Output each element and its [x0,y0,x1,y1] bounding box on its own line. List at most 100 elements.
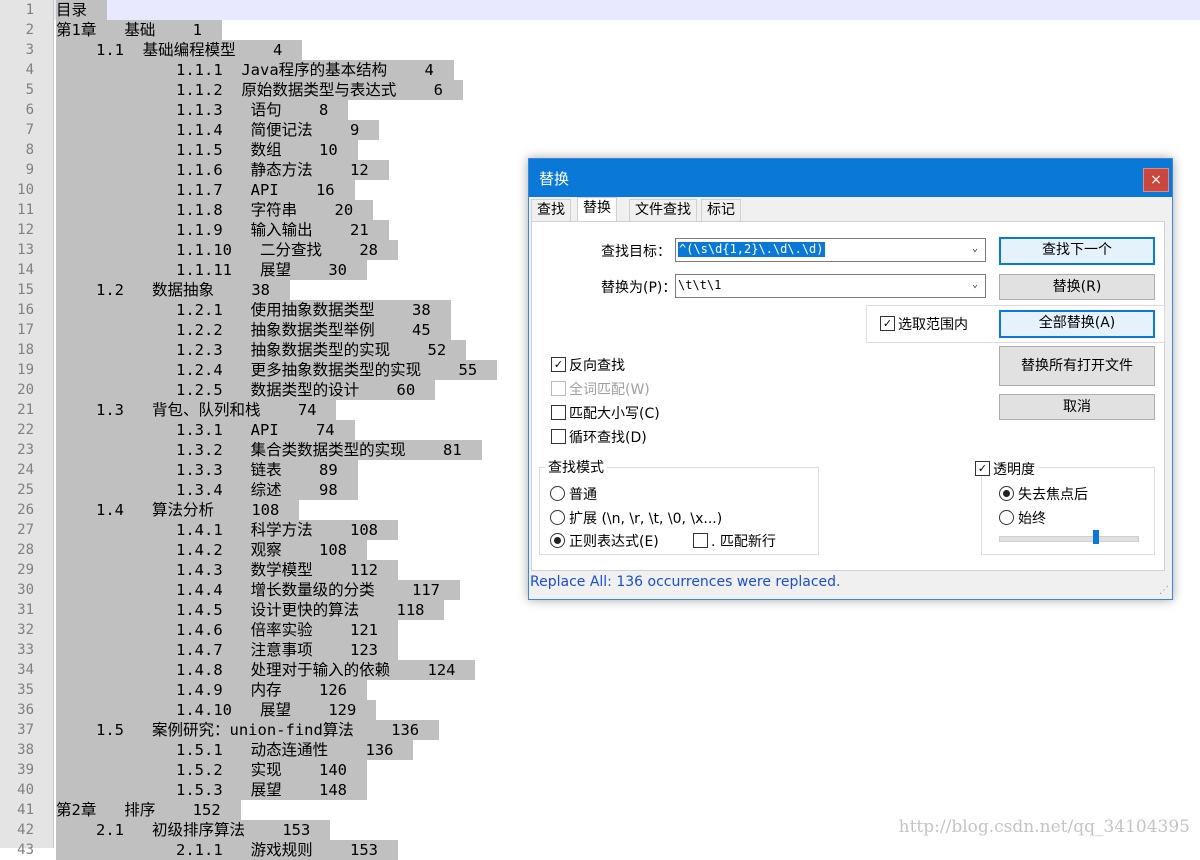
code-line[interactable]: 目录 [56,0,108,20]
line-number: 43 [17,842,34,858]
code-line[interactable]: 1.5 案例研究：union-find算法 136 [56,720,440,740]
resize-grip-icon[interactable]: ⋰ [1159,585,1169,596]
tab-replace[interactable]: 替换 [577,197,617,222]
code-line[interactable]: 1.2.1 使用抽象数据类型 38 [56,300,451,320]
code-line[interactable]: 1.1.7 API 16 [56,180,355,200]
wrap-around-label: 循环查找(D) [569,430,647,446]
code-line[interactable]: 1.1.11 展望 30 [56,260,367,280]
line-number: 14 [17,262,34,278]
close-button[interactable]: × [1143,168,1169,192]
dot-newline-checkbox[interactable] [693,533,708,548]
code-line[interactable]: 1.3.4 综述 98 [56,480,358,500]
code-line[interactable]: 1.1.9 输入输出 21 [56,220,389,240]
tab-mark[interactable]: 标记 [701,199,741,221]
transparency-title: 透明度 [990,459,1038,479]
tab-find-in-files[interactable]: 文件查找 [629,199,697,221]
code-line[interactable]: 1.3 背包、队列和栈 74 [56,400,337,420]
code-line[interactable]: 1.5.2 实现 140 [56,760,367,780]
code-line[interactable]: 1.1.6 静态方法 12 [56,160,389,180]
whole-word-checkbox[interactable] [551,381,566,396]
line-number: 29 [17,562,34,578]
code-line[interactable]: 1.4.8 处理对于输入的依赖 124 [56,660,476,680]
code-line[interactable]: 2.1 初级排序算法 153 [56,820,331,840]
code-line[interactable]: 1.1.5 数组 10 [56,140,358,160]
code-line[interactable]: 1.4.4 增长数量级的分类 117 [56,580,460,600]
replace-dialog: 替换 × 查找 替换 文件查找 标记 查找目标： ^(\s\d{1,2}\.\d… [528,158,1173,600]
code-line[interactable]: 1.4.9 内存 126 [56,680,367,700]
check-icon: ✓ [882,317,893,330]
in-selection-checkbox[interactable]: ✓ [880,316,895,331]
match-case-label: 匹配大小写(C) [569,406,660,422]
on-lose-focus-label: 失去焦点后 [1018,487,1088,503]
code-line[interactable]: 1.1.4 简便记法 9 [56,120,380,140]
line-number: 1 [25,2,34,18]
extended-mode-radio[interactable] [550,510,565,525]
code-line[interactable]: 1.4.3 数学模型 112 [56,560,398,580]
code-line[interactable]: 1.1.3 语句 8 [56,100,349,120]
normal-mode-radio[interactable] [550,486,565,501]
code-line[interactable]: 1.4.10 展望 129 [56,700,377,720]
code-line[interactable]: 1.4.1 科学方法 108 [56,520,398,540]
code-line[interactable]: 第2章 排序 152 [56,800,241,820]
match-case-checkbox[interactable] [551,405,566,420]
on-lose-focus-radio[interactable] [999,486,1014,501]
code-line[interactable]: 第1章 基础 1 [56,20,222,40]
code-line[interactable]: 1.5.3 展望 148 [56,780,367,800]
in-selection-label: 选取范围内 [898,317,968,333]
code-line[interactable]: 1.1 基础编程模型 4 [56,40,303,60]
transparency-checkbox[interactable]: ✓ [975,461,990,476]
code-line[interactable]: 1.2.3 抽象数据类型的实现 52 [56,340,467,360]
code-line[interactable]: 1.1.8 字符串 20 [56,200,374,220]
find-label: 查找目标： [601,244,671,260]
line-number: 16 [17,302,34,318]
line-number: 15 [17,282,34,298]
line-number: 28 [17,542,34,558]
find-input[interactable]: ^(\s\d{1,2}\.\d\.\d) ⌄ [675,238,986,262]
code-line[interactable]: 1.2.5 数据类型的设计 60 [56,380,436,400]
code-line[interactable]: 1.2.2 抽象数据类型举例 45 [56,320,451,340]
code-line[interactable]: 1.3.1 API 74 [56,420,355,440]
line-number: 39 [17,762,34,778]
code-line[interactable]: 1.4.2 观察 108 [56,540,367,560]
code-line[interactable]: 1.2 数据抽象 38 [56,280,290,300]
line-number: 10 [17,182,34,198]
code-line[interactable]: 1.5.1 动态连通性 136 [56,740,414,760]
tab-find[interactable]: 查找 [531,199,571,221]
code-line[interactable]: 1.1.2 原始数据类型与表达式 6 [56,80,463,100]
wrap-around-checkbox[interactable] [551,429,566,444]
extended-mode-label: 扩展 (\n, \r, \t, \0, \x...) [569,511,723,527]
line-number: 3 [25,42,34,58]
cancel-button[interactable]: 取消 [999,394,1155,420]
chevron-down-icon[interactable]: ⌄ [972,243,982,254]
current-line-highlight [54,0,1200,20]
find-input-value: ^(\s\d{1,2}\.\d\.\d) [678,242,825,257]
regex-mode-radio[interactable] [550,533,565,548]
code-line[interactable]: 1.4.5 设计更快的算法 118 [56,600,445,620]
dialog-titlebar[interactable]: 替换 × [529,159,1172,197]
code-line[interactable]: 1.4.7 注意事项 123 [56,640,398,660]
find-next-button[interactable]: 查找下一个 [999,237,1155,265]
line-number: 19 [17,362,34,378]
code-line[interactable]: 1.1.1 Java程序的基本结构 4 [56,60,454,80]
line-number: 42 [17,822,34,838]
code-line[interactable]: 2.1.1 游戏规则 153 [56,840,398,860]
code-line[interactable]: 1.3.3 链表 89 [56,460,358,480]
code-line[interactable]: 1.1.10 二分查找 28 [56,240,398,260]
code-line[interactable]: 1.3.2 集合类数据类型的实现 81 [56,440,482,460]
code-line[interactable]: 1.2.4 更多抽象数据类型的实现 55 [56,360,498,380]
code-line[interactable]: 1.4.6 倍率实验 121 [56,620,398,640]
replace-all-open-files-button[interactable]: 替换所有打开文件 [999,346,1155,386]
replace-input[interactable]: \t\t\1 ⌄ [675,274,986,298]
code-line[interactable]: 1.4 算法分析 108 [56,500,300,520]
replace-all-button[interactable]: 全部替换(A) [999,310,1155,338]
line-number: 27 [17,522,34,538]
backward-checkbox[interactable]: ✓ [551,357,566,372]
always-label: 始终 [1018,511,1046,527]
check-icon: ✓ [553,358,564,371]
line-number: 40 [17,782,34,798]
always-radio[interactable] [999,510,1014,525]
transparency-slider-track[interactable] [999,536,1139,542]
chevron-down-icon[interactable]: ⌄ [972,279,982,290]
replace-button[interactable]: 替换(R) [999,274,1155,300]
transparency-slider-thumb[interactable] [1092,530,1099,544]
